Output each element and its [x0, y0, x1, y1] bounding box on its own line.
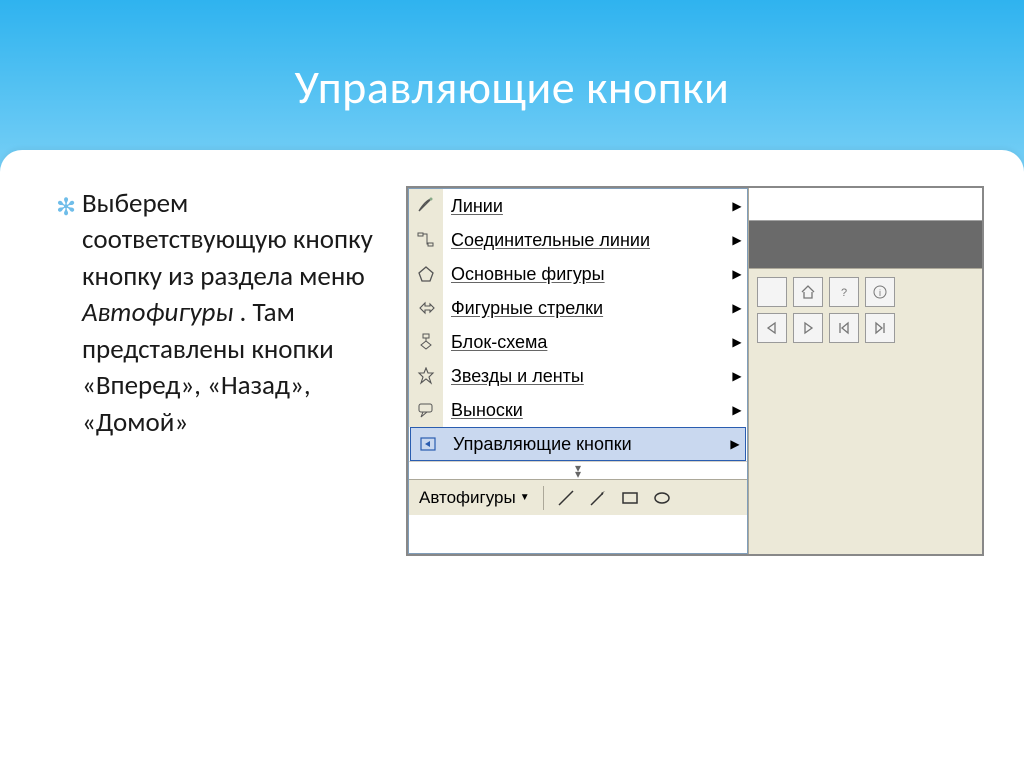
menu-label: Выноски — [443, 400, 727, 421]
svg-text:i: i — [879, 288, 881, 298]
menu-label: Звезды и ленты — [443, 366, 727, 387]
svg-text:?: ? — [841, 287, 847, 299]
submenu-arrow-icon: ▶ — [727, 335, 747, 349]
action-button-end[interactable] — [865, 313, 895, 343]
action-button-help[interactable]: ? — [829, 277, 859, 307]
autoshapes-label: Автофигуры — [419, 488, 516, 508]
menu-item-connectors[interactable]: Соединительные линии ▶ — [409, 223, 747, 257]
submenu-arrow-icon: ▶ — [725, 437, 745, 451]
body-text-em: Автофигуры — [82, 296, 233, 329]
menu-label: Соединительные линии — [443, 230, 727, 251]
arrow-tool[interactable] — [585, 485, 611, 511]
menu-label: Фигурные стрелки — [443, 298, 727, 319]
action-button-forward[interactable] — [793, 313, 823, 343]
submenu-arrow-icon: ▶ — [727, 267, 747, 281]
menu-label: Управляющие кнопки — [445, 434, 725, 455]
slide-area-fragment — [749, 188, 982, 268]
action-button-home[interactable] — [793, 277, 823, 307]
toolbar-separator — [543, 486, 544, 510]
menu-item-basic-shapes[interactable]: Основные фигуры ▶ — [409, 257, 747, 291]
action-button-info[interactable]: i — [865, 277, 895, 307]
menu-label: Блок-схема — [443, 332, 727, 353]
submenu-arrow-icon: ▶ — [727, 403, 747, 417]
screenshot-right-panel: ? i — [748, 188, 982, 554]
line-tool[interactable] — [553, 485, 579, 511]
bullet-star-icon: ✻ — [56, 192, 76, 224]
connectors-icon — [409, 223, 443, 257]
lines-icon — [409, 189, 443, 223]
menu-item-stars[interactable]: Звезды и ленты ▶ — [409, 359, 747, 393]
menu-label: Линии — [443, 196, 727, 217]
menu-item-action-buttons[interactable]: Управляющие кнопки ▶ — [410, 427, 746, 461]
autoshapes-menu: Линии ▶ Соединительные линии ▶ Основные … — [408, 188, 748, 554]
callouts-icon — [409, 393, 443, 427]
slide-title: Управляющие кнопки — [0, 0, 1024, 116]
action-button-beginning[interactable] — [829, 313, 859, 343]
dropdown-caret-icon: ▼ — [520, 492, 530, 503]
drawing-toolbar: Автофигуры ▼ — [409, 479, 747, 515]
rectangle-tool[interactable] — [617, 485, 643, 511]
action-button-back[interactable] — [757, 313, 787, 343]
chevron-down-icon: ▾▾ — [575, 465, 581, 477]
menu-item-callouts[interactable]: Выноски ▶ — [409, 393, 747, 427]
menu-item-block-arrows[interactable]: Фигурные стрелки ▶ — [409, 291, 747, 325]
action-buttons-icon — [411, 428, 445, 460]
slide: Управляющие кнопки ✻ Выберем соответству… — [0, 0, 1024, 767]
body-text: ✻ Выберем соответствующую кнопку кнопку … — [56, 186, 386, 743]
stars-icon — [409, 359, 443, 393]
content-card: ✻ Выберем соответствующую кнопку кнопку … — [0, 150, 1024, 767]
basic-shapes-icon — [409, 257, 443, 291]
menu-label: Основные фигуры — [443, 264, 727, 285]
block-arrows-icon — [409, 291, 443, 325]
action-button-blank[interactable] — [757, 277, 787, 307]
menu-expand-chevron[interactable]: ▾▾ — [409, 461, 747, 479]
submenu-arrow-icon: ▶ — [727, 199, 747, 213]
embedded-screenshot: Линии ▶ Соединительные линии ▶ Основные … — [406, 186, 984, 556]
submenu-arrow-icon: ▶ — [727, 301, 747, 315]
ellipse-tool[interactable] — [649, 485, 675, 511]
menu-item-flowchart[interactable]: Блок-схема ▶ — [409, 325, 747, 359]
action-buttons-palette: ? i — [749, 268, 982, 554]
autoshapes-dropdown[interactable]: Автофигуры ▼ — [415, 485, 534, 511]
menu-item-lines[interactable]: Линии ▶ — [409, 189, 747, 223]
submenu-arrow-icon: ▶ — [727, 369, 747, 383]
flowchart-icon — [409, 325, 443, 359]
submenu-arrow-icon: ▶ — [727, 233, 747, 247]
body-text-pre: Выберем соответствующую кнопку кнопку из… — [82, 187, 373, 293]
